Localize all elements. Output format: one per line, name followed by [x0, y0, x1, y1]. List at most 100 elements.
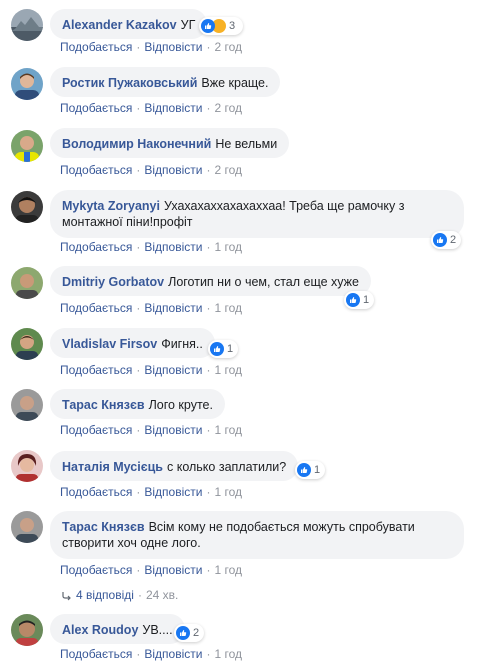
like-link[interactable]: Подобається: [60, 363, 132, 377]
reaction-summary[interactable]: 2: [174, 624, 204, 642]
comment-actions: Подобається · Відповісти · 1 год: [60, 423, 242, 437]
like-reaction-icon: [176, 626, 190, 640]
reply-link[interactable]: Відповісти: [144, 301, 202, 315]
separator: ·: [206, 301, 211, 315]
replies-count[interactable]: 4 відповіді: [76, 588, 134, 602]
separator: ·: [136, 563, 141, 577]
like-link[interactable]: Подобається: [60, 163, 132, 177]
comment-author[interactable]: Тарас Князєв: [62, 520, 145, 534]
comment-author[interactable]: Alex Roudoy: [62, 623, 138, 637]
comment-time[interactable]: 1 год: [214, 647, 242, 661]
separator: ·: [206, 363, 211, 377]
like-link[interactable]: Подобається: [60, 240, 132, 254]
separator: ·: [206, 101, 211, 115]
comment-bubble: Ростик Пужаковський Вже краще.: [50, 67, 281, 97]
reply-link[interactable]: Відповісти: [144, 163, 202, 177]
reply-link[interactable]: Відповісти: [144, 363, 202, 377]
avatar[interactable]: [11, 68, 43, 100]
comment-author[interactable]: Тарас Князєв: [62, 398, 145, 412]
comment-bubble: Alex Roudoy УВ....: [50, 614, 185, 644]
reply-link[interactable]: Відповісти: [144, 485, 202, 499]
separator: ·: [136, 101, 141, 115]
avatar[interactable]: [11, 328, 43, 360]
comment-author[interactable]: Alexander Kazakov: [62, 18, 177, 32]
reaction-summary[interactable]: 1: [295, 461, 325, 479]
comment-time[interactable]: 1 год: [214, 363, 242, 377]
comment-bubble: Володимир Наконечний Не вельми: [50, 128, 290, 158]
separator: ·: [206, 163, 211, 177]
comment-actions: Подобається · Відповісти · 2 год: [60, 163, 242, 177]
like-link[interactable]: Подобається: [60, 301, 132, 315]
reaction-count: 2: [193, 627, 200, 639]
reply-link[interactable]: Відповісти: [144, 563, 202, 577]
comment-time[interactable]: 1 год: [214, 485, 242, 499]
comment-author[interactable]: Володимир Наконечний: [62, 137, 211, 151]
separator: ·: [136, 163, 141, 177]
comment-bubble: Mykyta Zoryanyi Ухахахаххахахаххаа! Треба…: [50, 190, 464, 238]
like-link[interactable]: Подобається: [60, 563, 132, 577]
comment-time[interactable]: 1 год: [214, 240, 242, 254]
comment-author[interactable]: Наталія Мусієць: [62, 460, 163, 474]
comment-text: УВ....: [142, 623, 173, 637]
comment-text: Логотип ни о чем, стал еще хуже: [168, 275, 359, 289]
separator: ·: [206, 485, 211, 499]
avatar[interactable]: [11, 614, 43, 646]
comment-time[interactable]: 1 год: [214, 563, 242, 577]
comment-actions: Подобається · Відповісти · 1 год: [60, 485, 242, 499]
like-link[interactable]: Подобається: [60, 647, 132, 661]
avatar[interactable]: [11, 130, 43, 162]
comment-author[interactable]: Dmitriy Gorbatov: [62, 275, 164, 289]
comment-time[interactable]: 1 год: [214, 301, 242, 315]
reply-link[interactable]: Відповісти: [144, 101, 202, 115]
reply-link[interactable]: Відповісти: [144, 240, 202, 254]
like-link[interactable]: Подобається: [60, 423, 132, 437]
avatar[interactable]: [11, 9, 43, 41]
comment-text: Фигня..: [161, 337, 203, 351]
reaction-summary[interactable]: 2: [431, 231, 461, 249]
reaction-count: 1: [227, 343, 234, 355]
like-reaction-icon: [297, 463, 311, 477]
comment-actions: Подобається · Відповісти · 1 год: [60, 647, 242, 661]
reply-link[interactable]: Відповісти: [144, 423, 202, 437]
avatar[interactable]: [11, 450, 43, 482]
reaction-count: 3: [229, 20, 236, 32]
separator: ·: [136, 363, 141, 377]
separator: ·: [136, 240, 141, 254]
comment-bubble: Наталія Мусієць с колько заплатили?: [50, 451, 299, 481]
comment-actions: Подобається · Відповісти · 2 год: [60, 101, 242, 115]
separator: ·: [206, 240, 211, 254]
reaction-summary[interactable]: 3: [199, 17, 243, 35]
comment-time[interactable]: 2 год: [214, 101, 242, 115]
comment-bubble: Тарас Князєв Лого круте.: [50, 389, 225, 419]
reply-link[interactable]: Відповісти: [144, 40, 202, 54]
comment-text: УГ: [180, 18, 196, 32]
comment-time[interactable]: 2 год: [214, 163, 242, 177]
comment-text: с колько заплатили?: [166, 460, 287, 474]
separator: ·: [136, 40, 141, 54]
reply-link[interactable]: Відповісти: [144, 647, 202, 661]
comment-author[interactable]: Vladislav Firsov: [62, 337, 157, 351]
comment-time[interactable]: 1 год: [214, 423, 242, 437]
reaction-summary[interactable]: 1: [344, 291, 374, 309]
replies-time: 24 хв.: [145, 588, 179, 602]
comment-author[interactable]: Ростик Пужаковський: [62, 76, 197, 90]
like-link[interactable]: Подобається: [60, 101, 132, 115]
avatar[interactable]: [11, 267, 43, 299]
comment-time[interactable]: 2 год: [214, 40, 242, 54]
like-link[interactable]: Подобається: [60, 40, 132, 54]
comment-bubble: Тарас Князєв Всім кому не подобається мож…: [50, 511, 464, 559]
separator: ·: [136, 301, 141, 315]
separator: ·: [136, 647, 141, 661]
separator: ·: [137, 588, 142, 602]
avatar[interactable]: [11, 191, 43, 223]
comment-bubble: Dmitriy Gorbatov Логотип ни о чем, стал е…: [50, 266, 371, 296]
comment-author[interactable]: Mykyta Zoryanyi: [62, 199, 160, 213]
like-link[interactable]: Подобається: [60, 485, 132, 499]
avatar[interactable]: [11, 389, 43, 421]
like-reaction-icon: [201, 19, 215, 33]
reaction-summary[interactable]: 1: [208, 340, 238, 358]
comment-actions: Подобається · Відповісти · 1 год: [60, 240, 242, 254]
view-replies-link[interactable]: 4 відповіді · 24 хв.: [62, 588, 178, 602]
reaction-count: 1: [314, 464, 321, 476]
avatar[interactable]: [11, 511, 43, 543]
